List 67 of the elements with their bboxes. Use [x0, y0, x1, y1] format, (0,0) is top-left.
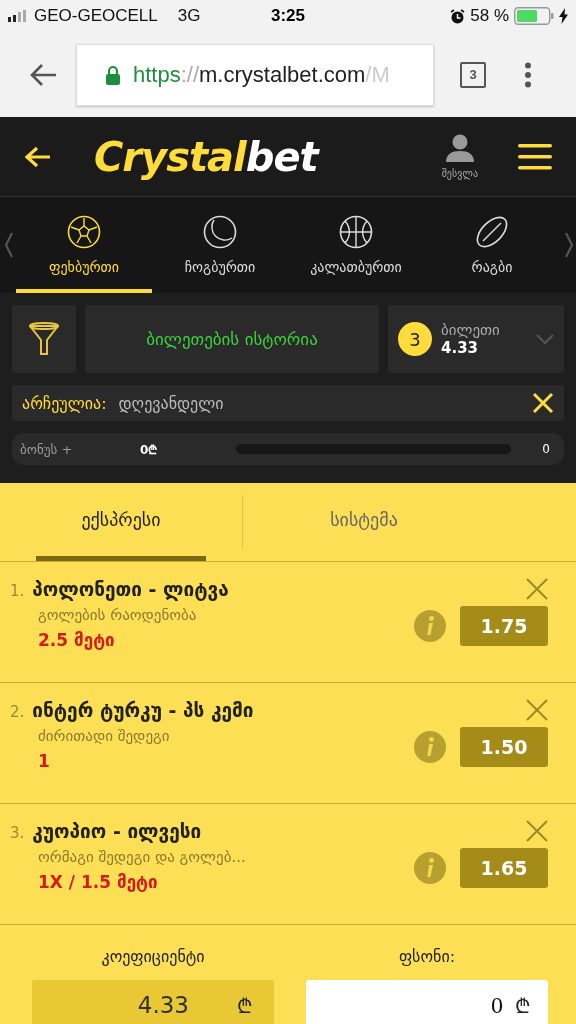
user-icon	[444, 134, 475, 162]
more-menu-icon	[524, 61, 532, 88]
match-title: პოლონეთი - ლიტვა	[32, 578, 229, 600]
market-name: ძირითადი შედეგი	[38, 727, 171, 745]
count-badge: 3	[398, 322, 432, 356]
bonus-amount: 0₾	[140, 441, 159, 458]
bet-number: 2.	[10, 703, 25, 721]
menu-icon	[518, 143, 552, 170]
stake-label: ფსონი:	[397, 947, 457, 966]
coefficient-label: კოეფიციენტი	[100, 947, 206, 966]
battery-percent: 58 %	[470, 6, 509, 26]
close-icon	[532, 392, 554, 414]
info-button[interactable]	[414, 610, 446, 642]
close-icon	[526, 820, 548, 842]
info-icon	[414, 731, 446, 763]
info-button[interactable]	[414, 731, 446, 763]
signal-icon	[8, 10, 28, 22]
carrier-name: GEO-GEOCELL	[34, 6, 158, 26]
market-name: გოლების რაოდენობა	[38, 606, 198, 624]
lock-icon	[105, 64, 121, 85]
back-arrow-icon	[30, 62, 58, 87]
info-icon	[414, 852, 446, 884]
match-title: კუოპიო - ილვესი	[32, 820, 202, 842]
slip-tab[interactable]: სისტემა	[279, 483, 449, 561]
funnel-icon	[29, 322, 59, 356]
ticket-odds: 4.33	[441, 339, 479, 357]
coefficient-field: 4.33 ₾	[32, 980, 274, 1024]
ticket-label: ბილეთი	[441, 321, 501, 339]
clock-time: 3:25	[271, 6, 305, 26]
bet-number: 3.	[10, 824, 25, 842]
charging-icon	[559, 8, 568, 24]
stake-input[interactable]: 0 ₾	[306, 980, 548, 1024]
basketball-icon	[339, 215, 373, 249]
slip-tab[interactable]: ექსპრესი	[36, 483, 206, 561]
match-title: ინტერ ტურკუ - პს კემი	[32, 699, 254, 721]
sport-tab[interactable]: რაგბი	[424, 197, 560, 293]
close-icon	[526, 699, 548, 721]
battery-icon	[514, 7, 554, 25]
back-arrow-icon	[24, 144, 52, 169]
filter-label: არჩეულია:	[22, 393, 107, 413]
history-button[interactable]: ბილეთების ისტორია	[85, 305, 379, 373]
info-icon	[414, 610, 446, 642]
network-type: 3G	[177, 6, 201, 26]
logo[interactable]: Crystalbet	[94, 133, 318, 180]
alarm-icon	[450, 8, 466, 24]
ticket-button[interactable]: 3 ბილეთი 4.33	[388, 305, 564, 373]
rugby-ball-icon	[475, 215, 509, 249]
chevron-down-icon	[536, 334, 554, 344]
chevron-right-icon	[564, 232, 574, 258]
market-name: ორმაგი შედეგი და გოლებ...	[38, 848, 247, 866]
bonus-count: 0	[542, 442, 550, 456]
tab-count-button[interactable]: 3	[460, 61, 486, 88]
filter-value: დღევანდელი	[118, 393, 224, 413]
filter-button[interactable]	[12, 305, 76, 373]
selection-text: 2.5 მეტი	[38, 630, 116, 650]
close-icon	[526, 578, 548, 600]
chevron-left-icon	[4, 232, 14, 258]
selection-text: 1	[38, 751, 51, 771]
tennis-ball-icon	[203, 215, 237, 249]
soccer-ball-icon	[67, 215, 101, 249]
info-button[interactable]	[414, 852, 446, 884]
login-button[interactable]: შესვლა	[441, 134, 478, 179]
sport-tab[interactable]: ჩოგბურთი	[152, 197, 288, 293]
bonus-label: ბონუს +	[20, 441, 74, 457]
bet-number: 1.	[10, 582, 25, 600]
selection-text: 1X / 1.5 მეტი	[38, 872, 159, 892]
sport-tab[interactable]: კალათბურთი	[288, 197, 424, 293]
